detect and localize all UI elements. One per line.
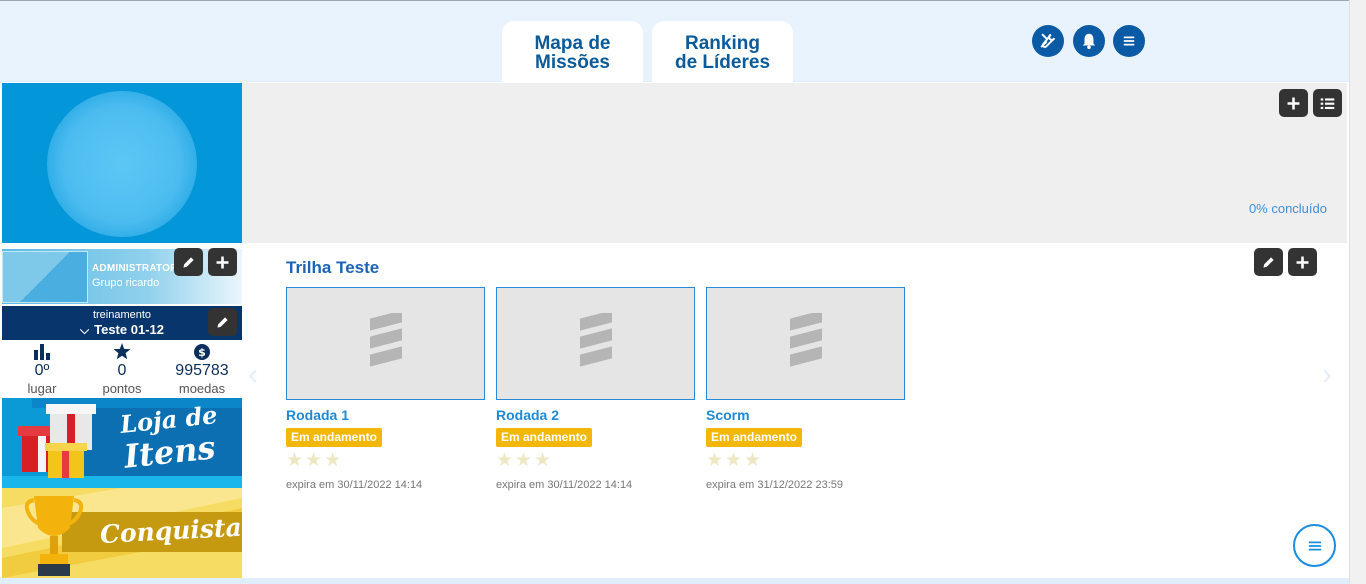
profile-card: ADMINISTRATOR Grupo ricardo	[2, 249, 242, 304]
chevron-down-icon: ⌵	[80, 323, 90, 337]
round-expiry: expira em 30/11/2022 14:14	[286, 479, 423, 491]
star-icon: ★	[744, 450, 762, 471]
tab-label-line1: Mapa de	[534, 33, 611, 54]
round-card-thumbnail[interactable]	[496, 287, 695, 400]
carousel-prev-arrow[interactable]: ‹	[248, 358, 258, 392]
floating-menu-button[interactable]	[1293, 524, 1336, 567]
trail-banner: 0% concluído	[242, 83, 1347, 243]
edit-training-button[interactable]	[208, 308, 237, 336]
tab-label-line1: Ranking	[685, 33, 760, 54]
star-icon	[113, 343, 131, 360]
tab-mapa-de-missoes[interactable]: Mapa de Missões	[502, 21, 643, 83]
list-icon	[1320, 97, 1335, 109]
trophy-icon	[24, 496, 84, 576]
round-title[interactable]: Rodada 2	[496, 407, 559, 423]
bell-icon	[1082, 33, 1096, 50]
star-icon: ★	[496, 450, 514, 471]
stat-value: 0	[117, 362, 127, 379]
plus-icon	[1296, 256, 1309, 268]
stat-coins: $ 995783 moedas	[162, 340, 242, 396]
tools-icon	[1040, 33, 1056, 48]
star-icon: ★	[534, 450, 552, 471]
star-icon: ★	[515, 450, 533, 471]
list-view-button[interactable]	[1313, 89, 1342, 117]
tools-button[interactable]	[1032, 25, 1064, 57]
stat-label: pontos	[102, 381, 142, 396]
training-name-text: Teste 01-12	[94, 322, 164, 337]
bar-chart-icon	[33, 344, 50, 360]
round-stars: ★ ★ ★	[286, 451, 341, 471]
svg-text:$: $	[198, 346, 206, 359]
tab-label-line2: de Líderes	[674, 52, 771, 73]
notifications-button[interactable]	[1073, 25, 1105, 57]
stat-value: 0º	[34, 362, 50, 379]
carousel-next-arrow[interactable]: ›	[1322, 358, 1332, 392]
status-badge: Em andamento	[496, 428, 593, 447]
round-expiry: expira em 31/12/2022 23:59	[706, 479, 843, 491]
edit-profile-button[interactable]	[174, 248, 203, 276]
round-stars: ★ ★ ★	[496, 451, 551, 471]
tab-label-line2: Missões	[535, 52, 610, 73]
edit-trail-button[interactable]	[1254, 248, 1283, 276]
stat-label: lugar	[27, 381, 57, 396]
status-badge: Em andamento	[286, 428, 383, 447]
top-header: Mapa de Missões Ranking de Líderes	[0, 1, 1349, 83]
training-label: treinamento	[92, 309, 152, 321]
round-card-thumbnail[interactable]	[286, 287, 485, 400]
round-title[interactable]: Scorm	[706, 407, 750, 423]
add-profile-button[interactable]	[208, 248, 237, 276]
star-icon: ★	[324, 450, 342, 471]
platform-logo-icon	[369, 312, 402, 367]
training-selector[interactable]: treinamento ⌵ Teste 01-12	[2, 306, 242, 340]
avatar-panel	[2, 83, 242, 243]
profile-role: ADMINISTRATOR	[92, 263, 178, 274]
pencil-icon	[217, 316, 228, 328]
profile-image	[2, 251, 88, 303]
pencil-icon	[1263, 256, 1274, 268]
loja-de-itens-banner[interactable]: Loja de Itens	[2, 398, 242, 488]
star-icon: ★	[706, 450, 724, 471]
round-stars: ★ ★ ★	[706, 451, 761, 471]
platform-logo-icon	[579, 312, 612, 367]
coin-icon: $	[194, 344, 210, 360]
star-icon: ★	[305, 450, 323, 471]
gift-icon	[18, 404, 96, 478]
conquistas-banner[interactable]: Conquistas	[2, 488, 242, 578]
stat-value: 995783	[175, 362, 229, 379]
menu-button[interactable]	[1113, 25, 1145, 57]
stat-label: moedas	[178, 381, 226, 396]
main-content: 0% concluído ADMINISTRATOR Grupo ricardo…	[0, 82, 1349, 578]
status-badge: Em andamento	[706, 428, 803, 447]
avatar	[47, 91, 197, 237]
pencil-icon	[183, 256, 194, 268]
plus-icon	[1287, 97, 1300, 109]
platform-logo-icon	[789, 312, 822, 367]
star-icon: ★	[725, 450, 743, 471]
plus-icon	[216, 256, 229, 268]
star-icon: ★	[286, 450, 304, 471]
user-stats: 0º lugar 0 pontos $ 995783 moedas	[2, 340, 242, 396]
menu-icon	[1123, 36, 1135, 46]
add-banner-button[interactable]	[1279, 89, 1308, 117]
stat-rank: 0º lugar	[2, 340, 82, 396]
tab-ranking-de-lideres[interactable]: Ranking de Líderes	[652, 21, 793, 83]
scrollbar-track[interactable]	[1349, 0, 1366, 584]
round-title[interactable]: Rodada 1	[286, 407, 349, 423]
bottom-band	[0, 578, 1349, 584]
round-card-thumbnail[interactable]	[706, 287, 905, 400]
training-name: ⌵ Teste 01-12	[2, 322, 242, 338]
stat-points: 0 pontos	[82, 340, 162, 396]
trail-title: Trilha Teste	[286, 258, 380, 277]
menu-icon	[1308, 541, 1321, 550]
round-expiry: expira em 30/11/2022 14:14	[496, 479, 633, 491]
progress-label: 0% concluído	[1248, 201, 1327, 216]
add-round-button[interactable]	[1288, 248, 1317, 276]
profile-group: Grupo ricardo	[92, 277, 160, 289]
loja-title-line2: Itens	[122, 428, 218, 476]
